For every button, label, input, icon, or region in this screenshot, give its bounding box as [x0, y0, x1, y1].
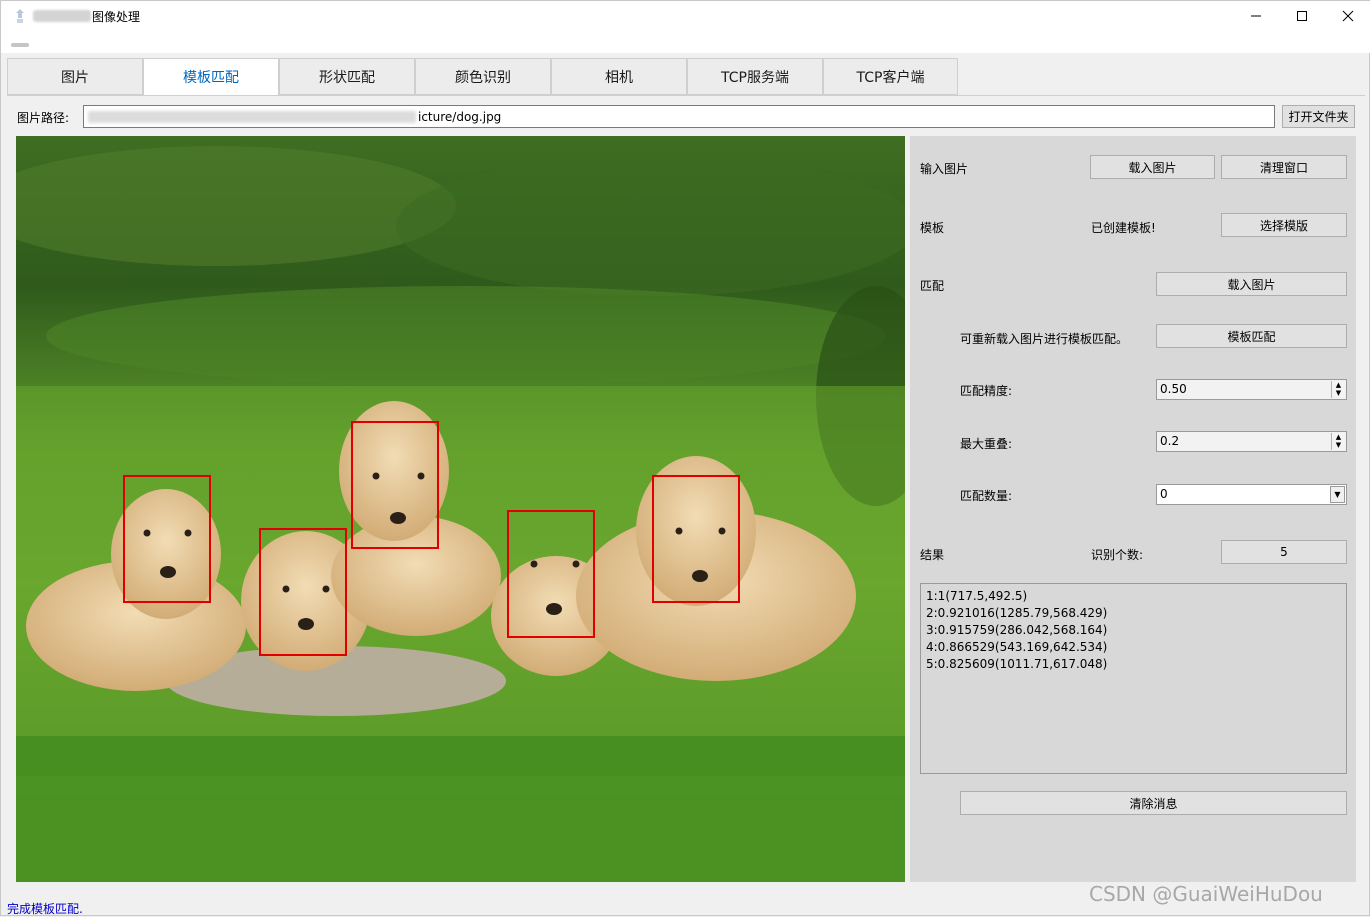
minimize-icon: [1251, 15, 1261, 17]
overlap-spinbox[interactable]: 0.2 ▲ ▼: [1156, 431, 1347, 452]
result-line: 5:0.825609(1011.71,617.048): [926, 657, 1108, 671]
chevron-down-icon[interactable]: ▼: [1330, 486, 1345, 503]
match-load-image-button[interactable]: 载入图片: [1156, 272, 1347, 296]
overlap-value: 0.2: [1160, 434, 1180, 448]
precision-spinbox[interactable]: 0.50 ▲ ▼: [1156, 379, 1347, 400]
maximize-button[interactable]: [1279, 1, 1325, 31]
match-label: 匹配: [920, 279, 945, 293]
tab-tcp-client[interactable]: TCP客户端: [823, 58, 958, 95]
tab-tcp-server[interactable]: TCP服务端: [687, 58, 823, 95]
title-bar: 图像处理: [1, 1, 1370, 31]
close-icon: [1342, 10, 1354, 22]
spin-arrows-icon[interactable]: ▲ ▼: [1331, 381, 1345, 398]
precision-label: 匹配精度:: [960, 384, 1013, 398]
result-line: 4:0.866529(543.169,642.534): [926, 640, 1108, 654]
control-panel: 输入图片 载入图片 清理窗口 模板 已创建模板! 选择模版 匹配 载入图片 可重…: [910, 136, 1356, 882]
count-combobox[interactable]: 0 ▼: [1156, 484, 1347, 505]
reload-hint: 可重新载入图片进行模板匹配。: [960, 332, 1129, 346]
blurred-menu: [11, 43, 29, 47]
open-folder-button[interactable]: 打开文件夹: [1282, 105, 1355, 128]
tab-color-recognition[interactable]: 颜色识别: [415, 58, 551, 95]
tab-camera[interactable]: 相机: [551, 58, 687, 95]
precision-value: 0.50: [1160, 382, 1187, 396]
found-count-label: 识别个数:: [1091, 548, 1144, 562]
tab-template-match[interactable]: 模板匹配: [143, 58, 279, 96]
result-line: 3:0.915759(286.042,568.164): [926, 623, 1108, 637]
window-title: 图像处理: [92, 10, 141, 24]
app-icon: [16, 9, 24, 23]
template-status: 已创建模板!: [1091, 221, 1156, 235]
path-value: icture/dog.jpg: [418, 110, 502, 124]
overlap-label: 最大重叠:: [960, 437, 1013, 451]
result-line: 2:0.921016(1285.79,568.429): [926, 606, 1108, 620]
count-value: 0: [1160, 487, 1168, 501]
tab-shape-match[interactable]: 形状匹配: [279, 58, 415, 95]
watermark: CSDN @GuaiWeiHuDou: [1089, 882, 1323, 906]
tab-divider: [7, 95, 1365, 96]
path-input[interactable]: icture/dog.jpg: [83, 105, 1275, 128]
tab-image[interactable]: 图片: [7, 58, 143, 95]
image-display[interactable]: [16, 136, 905, 882]
menu-bar: [1, 31, 1370, 53]
result-line: 1:1(717.5,492.5): [926, 589, 1028, 603]
close-button[interactable]: [1325, 1, 1370, 31]
minimize-button[interactable]: [1233, 1, 1279, 31]
blurred-app-name: [33, 10, 91, 22]
dog-image: [16, 136, 905, 882]
app-window: 图像处理 图片 模板匹配 形状匹配 颜色识别 相机 TCP服务端 TCP客户端 …: [0, 0, 1370, 916]
count-label: 匹配数量:: [960, 489, 1013, 503]
template-label: 模板: [920, 221, 945, 235]
clear-messages-button[interactable]: 清除消息: [960, 791, 1347, 815]
maximize-icon: [1297, 11, 1307, 21]
blurred-path: [88, 111, 416, 123]
template-match-button[interactable]: 模板匹配: [1156, 324, 1347, 348]
load-image-button[interactable]: 载入图片: [1090, 155, 1215, 179]
status-text: 完成模板匹配.: [7, 902, 83, 916]
input-image-label: 输入图片: [920, 162, 969, 176]
result-textbox[interactable]: 1:1(717.5,492.5) 2:0.921016(1285.79,568.…: [920, 583, 1347, 774]
clear-window-button[interactable]: 清理窗口: [1221, 155, 1347, 179]
path-label: 图片路径:: [17, 111, 70, 125]
result-label: 结果: [920, 548, 945, 562]
found-count-value: 5: [1221, 540, 1347, 564]
spin-arrows-icon[interactable]: ▲ ▼: [1331, 433, 1345, 450]
select-template-button[interactable]: 选择模版: [1221, 213, 1347, 237]
